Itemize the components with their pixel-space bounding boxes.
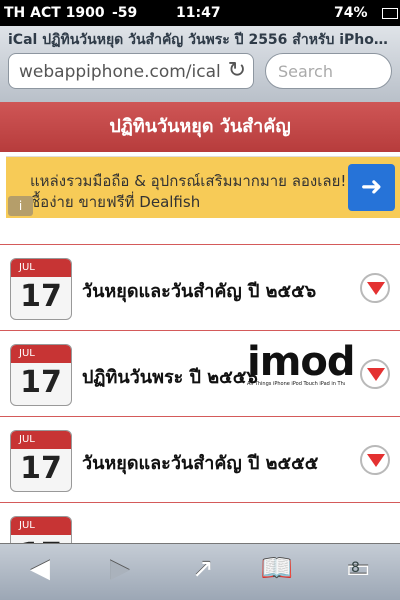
tabs-count: 8 (351, 560, 360, 576)
forward-arrow-icon: ▶ (110, 554, 130, 584)
bookmarks-icon[interactable]: 📖 (257, 554, 297, 588)
battery-percent: 74% (334, 5, 368, 21)
download-arrow-icon[interactable] (360, 445, 390, 475)
reload-icon[interactable]: ↻ (228, 58, 246, 83)
address-bar[interactable]: webappiphone.com/ical ↻ (8, 53, 254, 89)
calendar-title: วันหยุดและวันสำคัญ ปี ๒๕๕๖ (82, 281, 317, 302)
carrier: TH ACT 1900 (4, 5, 105, 21)
download-arrow-icon[interactable] (360, 359, 390, 389)
clock: 11:47 (176, 5, 221, 21)
calendar-row[interactable]: JUL 17 วันหยุดและวันสำคัญ ปี ๒๕๕๖ (0, 244, 400, 331)
calendar-title: วันหยุดและวันสำคัญ ปี ๒๕๕๕ (82, 453, 319, 474)
back-arrow-icon[interactable]: ◀ (20, 554, 60, 588)
info-icon[interactable]: i (8, 196, 33, 216)
imod-logo: imod All Things iPhone iPod Touch iPad i… (247, 339, 356, 387)
tabs-icon[interactable]: ▭ 8 (338, 554, 378, 588)
calendar-list: JUL 17 วันหยุดและวันสำคัญ ปี ๒๕๕๖ JUL 17… (0, 244, 400, 589)
browser-chrome: iCal ปฏิทินวันหยุด วันสำคัญ วันพระ ปี 25… (0, 26, 400, 103)
browser-toolbar: ◀ ▶ ↗ 📖 ▭ 8 (0, 543, 400, 600)
share-icon[interactable]: ↗ (183, 554, 223, 588)
calendar-icon: JUL 17 (10, 430, 72, 492)
battery-icon (382, 8, 398, 19)
calendar-title: ปฏิทินวันพระ ปี ๒๕๕๖ (82, 367, 258, 388)
page-title: iCal ปฏิทินวันหยุด วันสำคัญ วันพระ ปี 25… (8, 32, 393, 48)
dealfish-ad[interactable]: แหล่งรวมมือถือ & อุปกรณ์เสริมมากมาย ลองเ… (6, 156, 400, 218)
page-banner: ปฏิทินวันหยุด วันสำคัญ (0, 102, 400, 152)
url-text: webappiphone.com/ical (19, 62, 221, 82)
status-bar: TH ACT 1900 -59 11:47 74% (0, 0, 400, 26)
arrow-right-icon[interactable]: ➜ (348, 164, 395, 211)
search-field[interactable]: Search (265, 53, 392, 89)
calendar-icon: JUL 17 (10, 344, 72, 406)
calendar-row[interactable]: JUL 17 วันหยุดและวันสำคัญ ปี ๒๕๕๕ (0, 416, 400, 503)
signal-strength: -59 (112, 5, 138, 21)
calendar-icon: JUL 17 (10, 258, 72, 320)
calendar-row[interactable]: JUL 17 ปฏิทินวันพระ ปี ๒๕๕๖ imod All Thi… (0, 330, 400, 417)
ad-text: แหล่งรวมมือถือ & อุปกรณ์เสริมมากมาย ลองเ… (30, 172, 347, 211)
download-arrow-icon[interactable] (360, 273, 390, 303)
